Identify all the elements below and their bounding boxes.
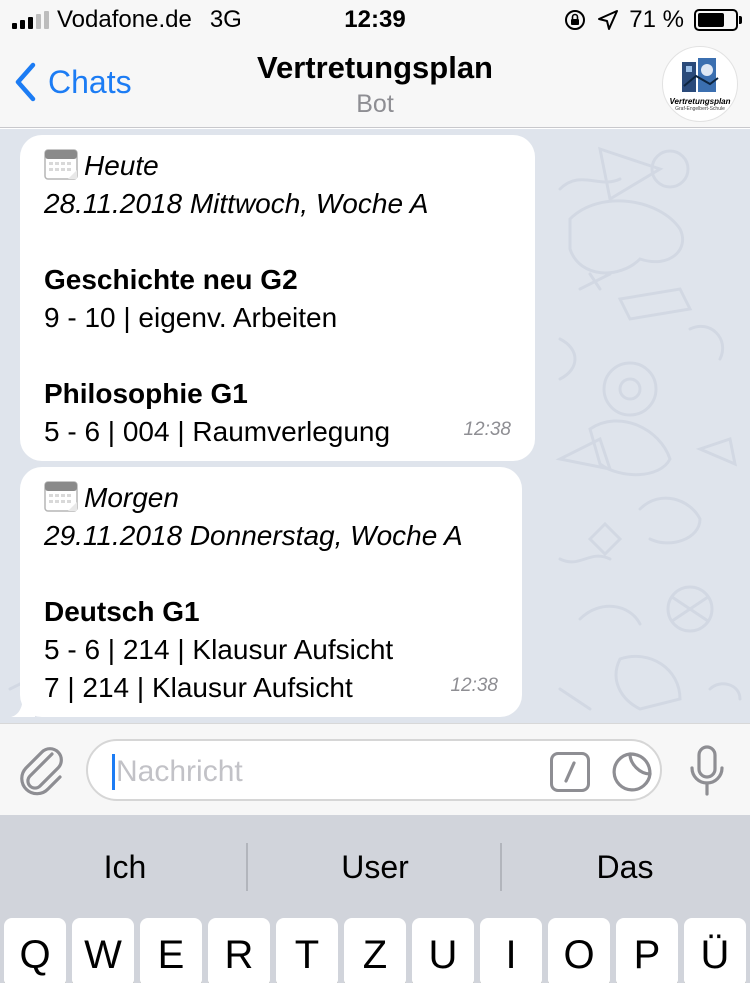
chat-area[interactable]: Heute 28.11.2018 Mittwoch, Woche A Gesch… [0, 129, 750, 723]
message-bubble[interactable]: Morgen 29.11.2018 Donnerstag, Woche A De… [11, 467, 522, 717]
message-input[interactable]: Nachricht [86, 739, 662, 801]
key[interactable]: Z [344, 918, 406, 983]
message-timestamp: 12:38 [450, 675, 498, 696]
chat-title[interactable]: Vertretungsplan [0, 50, 750, 86]
key[interactable]: W [72, 918, 134, 983]
bot-command-button[interactable] [550, 752, 590, 792]
key[interactable]: T [276, 918, 338, 983]
slash-icon [564, 761, 576, 783]
message-day-label: Heute [84, 150, 159, 181]
subject-title: Philosophie G1 [44, 378, 248, 409]
calendar-icon [44, 481, 78, 512]
subject-detail: 7 | 214 | Klausur Aufsicht [44, 672, 353, 703]
subject-title: Deutsch G1 [44, 596, 200, 627]
bot-avatar[interactable]: Vertretungsplan Graf-Engelbert-Schule [662, 46, 738, 122]
message-bubble[interactable]: Heute 28.11.2018 Mittwoch, Woche A Gesch… [20, 135, 535, 461]
keyboard: Ich User Das Q W E R T Z U I O P Ü [0, 815, 750, 983]
status-bar: Vodafone.de 3G 12:39 71 % [0, 0, 750, 40]
subject-detail: 5 - 6 | 004 | Raumverlegung [44, 416, 391, 447]
paperclip-icon[interactable] [18, 744, 66, 796]
key[interactable]: R [208, 918, 270, 983]
microphone-icon[interactable] [688, 744, 726, 798]
predictive-text-bar: Ich User Das [0, 815, 750, 913]
sticker-icon[interactable] [610, 750, 654, 794]
battery-percent: 71 % [629, 6, 684, 33]
subject-detail: 5 - 6 | 214 | Klausur Aufsicht [44, 634, 394, 665]
subject-detail: 9 - 10 | eigenv. Arbeiten [44, 302, 338, 333]
message-day-label: Morgen [84, 482, 179, 513]
chat-subtitle: Bot [356, 90, 394, 118]
message-input-bar: Nachricht [0, 723, 750, 815]
key[interactable]: U [412, 918, 474, 983]
suggestion-3[interactable]: Das [500, 849, 750, 886]
message-placeholder: Nachricht [116, 755, 243, 788]
location-arrow-icon [598, 10, 619, 30]
key[interactable]: E [140, 918, 202, 983]
message-date: 29.11.2018 Donnerstag, Woche A [44, 520, 463, 551]
bubble-tail [11, 695, 35, 717]
key[interactable]: I [480, 918, 542, 983]
nav-bar: Chats Vertretungsplan Bot Vertretungspla… [0, 40, 750, 128]
subject-title: Geschichte neu G2 [44, 264, 298, 295]
school-logo-icon [682, 58, 719, 92]
battery-icon [694, 9, 742, 31]
message-header: Morgen [44, 479, 498, 517]
key[interactable]: Ü [684, 918, 746, 983]
avatar-subtitle: Graf-Engelbert-Schule [675, 106, 725, 112]
status-right: 71 % [563, 6, 742, 34]
message-timestamp: 12:38 [463, 419, 511, 440]
calendar-icon [44, 149, 78, 180]
battery-fill [698, 13, 724, 27]
rotation-lock-icon [565, 10, 586, 30]
suggestion-divider [246, 843, 248, 891]
suggestion-2[interactable]: User [250, 849, 500, 886]
text-cursor [112, 754, 115, 790]
key[interactable]: Q [4, 918, 66, 983]
key[interactable]: O [548, 918, 610, 983]
avatar-title: Vertretungsplan [669, 97, 731, 106]
suggestion-1[interactable]: Ich [0, 849, 250, 886]
key[interactable]: P [616, 918, 678, 983]
message-header: Heute [44, 147, 511, 185]
message-date: 28.11.2018 Mittwoch, Woche A [44, 188, 429, 219]
